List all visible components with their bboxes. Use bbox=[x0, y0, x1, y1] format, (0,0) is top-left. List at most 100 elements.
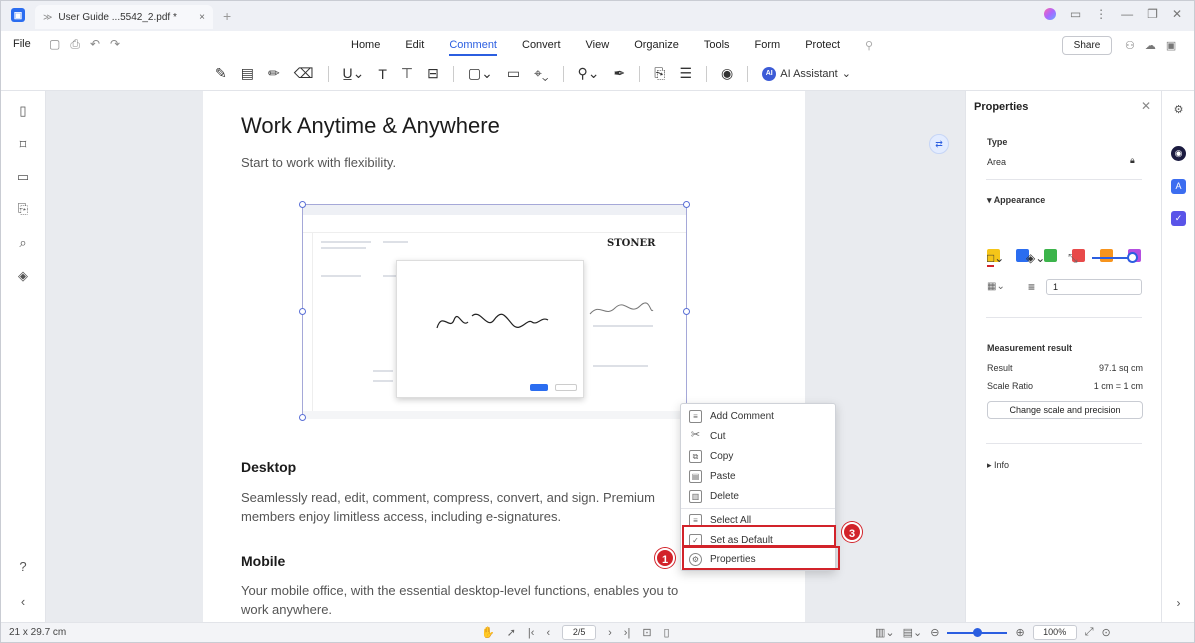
close-tab-icon[interactable]: × bbox=[199, 12, 205, 23]
color-swatch-green[interactable] bbox=[1044, 249, 1057, 262]
check-rail-icon[interactable]: ✓ bbox=[1171, 211, 1186, 226]
appearance-header[interactable]: ▾ Appearance bbox=[987, 195, 1045, 206]
fill-color-button[interactable]: ◈⌄ bbox=[1026, 251, 1045, 265]
eye-icon[interactable]: ◉ bbox=[721, 65, 733, 82]
zoom-out-icon[interactable]: ⊖ bbox=[930, 626, 939, 639]
highlight-icon[interactable]: ✎ bbox=[215, 65, 227, 82]
undo-icon[interactable]: ↶ bbox=[90, 37, 100, 52]
color-swatch-orange[interactable] bbox=[1100, 249, 1113, 262]
next-page-icon[interactable]: › bbox=[608, 627, 612, 639]
select-tool-icon[interactable]: ➚ bbox=[507, 626, 516, 639]
zoom-slider-knob[interactable] bbox=[973, 627, 983, 637]
bookmark-icon[interactable]: ⌑ bbox=[15, 137, 31, 153]
comment-icon[interactable]: ▭ bbox=[15, 169, 31, 185]
avatar[interactable] bbox=[1043, 8, 1056, 20]
menu-form[interactable]: Form bbox=[755, 39, 781, 56]
sticky-note-icon[interactable]: ▤ bbox=[241, 65, 254, 82]
page-thumbnail-icon[interactable]: ▯ bbox=[15, 103, 31, 119]
eraser-icon[interactable]: ⌫ bbox=[294, 65, 314, 82]
single-page-icon[interactable]: ▯ bbox=[664, 626, 670, 639]
page-indicator[interactable]: 2/5 bbox=[562, 625, 597, 640]
new-tab-button[interactable]: + bbox=[223, 8, 231, 24]
print-icon[interactable]: ⎙ bbox=[70, 37, 80, 52]
comment-list-icon[interactable]: ☰ bbox=[679, 65, 692, 82]
layout-icon[interactable]: ▤⌄ bbox=[903, 626, 923, 639]
fullscreen-icon[interactable]: ⤢ bbox=[1085, 626, 1094, 639]
change-scale-button[interactable]: Change scale and precision bbox=[987, 401, 1143, 419]
help-icon[interactable]: ? bbox=[15, 559, 31, 575]
menu-view[interactable]: View bbox=[586, 39, 610, 56]
more-icon[interactable]: ⋮ bbox=[1095, 7, 1107, 21]
restore-icon[interactable]: ❐ bbox=[1147, 7, 1158, 21]
first-page-icon[interactable]: |‹ bbox=[528, 627, 535, 639]
menu-organize[interactable]: Organize bbox=[634, 39, 679, 56]
properties-sliders-icon[interactable]: ⚙ bbox=[1171, 103, 1186, 118]
pencil-icon[interactable]: ✏ bbox=[268, 65, 280, 82]
opacity-slider-knob[interactable] bbox=[1127, 252, 1138, 263]
menu-delete[interactable]: ▥ Delete bbox=[681, 486, 835, 506]
menu-tools[interactable]: Tools bbox=[704, 39, 730, 56]
redo-icon[interactable]: ↷ bbox=[110, 37, 120, 52]
note-icon[interactable]: ▭ bbox=[507, 65, 520, 82]
message-icon[interactable]: ▭ bbox=[1070, 7, 1081, 21]
menu-cut[interactable]: ✂ Cut bbox=[681, 426, 835, 446]
ai-chat-icon[interactable]: ◉ bbox=[1171, 146, 1186, 161]
menu-add-comment[interactable]: ≡ Add Comment bbox=[681, 406, 835, 426]
collapse-right-icon[interactable]: › bbox=[1171, 596, 1186, 611]
translate-icon[interactable]: ⇄ bbox=[929, 134, 949, 154]
minimize-icon[interactable]: — bbox=[1121, 7, 1133, 21]
resize-handle[interactable] bbox=[683, 308, 690, 315]
save-icon[interactable]: ▢ bbox=[49, 37, 60, 52]
attachment-icon[interactable]: ⎘ bbox=[654, 65, 665, 82]
line-style-button[interactable]: ▦⌄ bbox=[987, 281, 1005, 292]
menu-convert[interactable]: Convert bbox=[522, 39, 561, 56]
close-window-icon[interactable]: ✕ bbox=[1172, 7, 1182, 21]
last-page-icon[interactable]: ›| bbox=[624, 627, 631, 639]
close-panel-icon[interactable]: ✕ bbox=[1141, 99, 1151, 113]
selected-image[interactable]: STONER bbox=[299, 201, 690, 421]
shape-icon[interactable]: ▢⌄ bbox=[468, 65, 493, 82]
cloud-icon[interactable]: ☁ bbox=[1145, 39, 1156, 52]
stamp-icon[interactable]: ⚲⌄ bbox=[578, 65, 600, 82]
zoom-in-icon[interactable]: ⊕ bbox=[1015, 626, 1024, 639]
line-width-input[interactable]: 1 bbox=[1046, 279, 1142, 295]
info-header[interactable]: ▸ Info bbox=[987, 460, 1009, 471]
fit-page-icon[interactable]: ⊡ bbox=[642, 626, 651, 639]
resize-handle[interactable] bbox=[299, 201, 306, 208]
resize-handle[interactable] bbox=[299, 414, 306, 421]
textbox-icon[interactable]: ⊤ bbox=[401, 65, 413, 82]
hand-tool-icon[interactable]: ✋ bbox=[481, 626, 495, 639]
callout-icon[interactable]: ⊟ bbox=[427, 65, 439, 82]
view-mode-icon[interactable]: ▥⌄ bbox=[875, 626, 895, 639]
zoom-level[interactable]: 100% bbox=[1032, 625, 1077, 640]
document-tab[interactable]: ≫ User Guide ...5542_2.pdf * × bbox=[35, 5, 213, 29]
signature-icon[interactable]: ✒ bbox=[614, 65, 626, 82]
opacity-slider-track[interactable] bbox=[1092, 257, 1130, 259]
attachment-icon[interactable]: ⎘ bbox=[15, 201, 31, 217]
file-menu[interactable]: File bbox=[13, 38, 31, 50]
menu-paste[interactable]: ▤ Paste bbox=[681, 466, 835, 486]
collapse-left-icon[interactable]: ‹ bbox=[15, 594, 31, 610]
menu-home[interactable]: Home bbox=[351, 39, 380, 56]
border-color-button[interactable]: □⌄ bbox=[987, 251, 1004, 267]
resize-handle[interactable] bbox=[299, 308, 306, 315]
resize-handle[interactable] bbox=[683, 201, 690, 208]
measure-icon[interactable]: ⌖⌄ bbox=[534, 65, 549, 82]
text-icon[interactable]: T bbox=[378, 66, 387, 82]
menu-comment[interactable]: Comment bbox=[449, 39, 497, 56]
menu-copy[interactable]: ⧉ Copy bbox=[681, 446, 835, 466]
ai-assistant-button[interactable]: AI AI Assistant ⌄ bbox=[762, 66, 851, 81]
panel-icon[interactable]: ▣ bbox=[1166, 39, 1176, 52]
search-icon[interactable]: ⌕ bbox=[15, 235, 31, 251]
people-icon[interactable]: ⚇ bbox=[1125, 39, 1135, 52]
translate-rail-icon[interactable]: A bbox=[1171, 179, 1186, 194]
share-button[interactable]: Share bbox=[1062, 36, 1112, 55]
prev-page-icon[interactable]: ‹ bbox=[546, 627, 550, 639]
expand-icon[interactable]: ⤡ bbox=[1068, 251, 1078, 266]
menu-edit[interactable]: Edit bbox=[405, 39, 424, 56]
pin-menu-icon[interactable]: ⚲ bbox=[865, 39, 873, 56]
zoom-slider[interactable] bbox=[947, 627, 1008, 637]
underline-icon[interactable]: U̲⌄ bbox=[343, 65, 365, 82]
menu-protect[interactable]: Protect bbox=[805, 39, 840, 56]
lock-icon[interactable]: 🔒︎ bbox=[1130, 155, 1135, 166]
